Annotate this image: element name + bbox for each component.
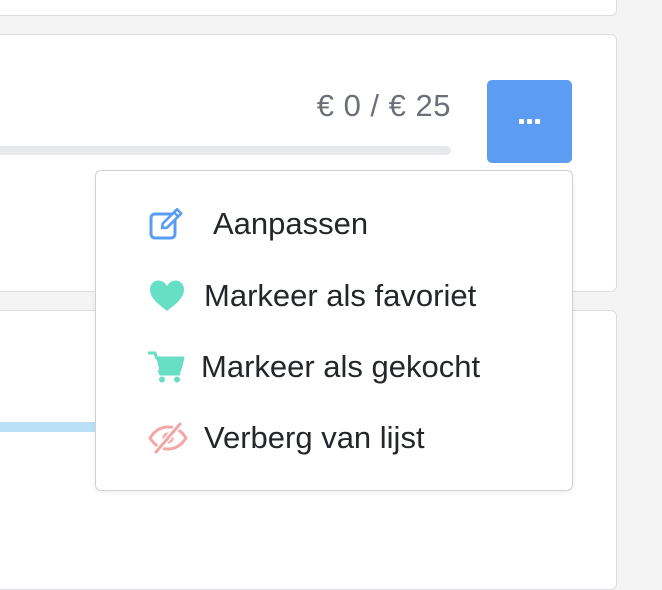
budget-progress-bar (0, 146, 451, 155)
ellipsis-icon (519, 119, 540, 124)
card-previous (0, 0, 617, 16)
menu-item-verberg[interactable]: Verberg van lijst (96, 410, 572, 466)
options-dropdown-menu: Aanpassen Markeer als favoriet Markeer a… (95, 170, 573, 491)
menu-item-label: Markeer als gekocht (201, 349, 481, 384)
menu-item-label: Verberg van lijst (204, 420, 425, 455)
more-options-button[interactable] (487, 80, 572, 163)
menu-item-label: Aanpassen (213, 206, 369, 241)
menu-item-favoriet[interactable]: Markeer als favoriet (96, 268, 572, 324)
menu-item-aanpassen[interactable]: Aanpassen (96, 196, 572, 252)
next-card-progress-bar (0, 422, 100, 432)
cart-icon (148, 350, 186, 384)
menu-item-label: Markeer als favoriet (204, 278, 477, 313)
budget-amount: € 0 / € 25 (316, 88, 451, 123)
menu-item-gekocht[interactable]: Markeer als gekocht (96, 339, 572, 395)
eye-slash-icon (148, 421, 188, 455)
heart-icon (148, 279, 186, 313)
edit-icon (148, 207, 186, 241)
